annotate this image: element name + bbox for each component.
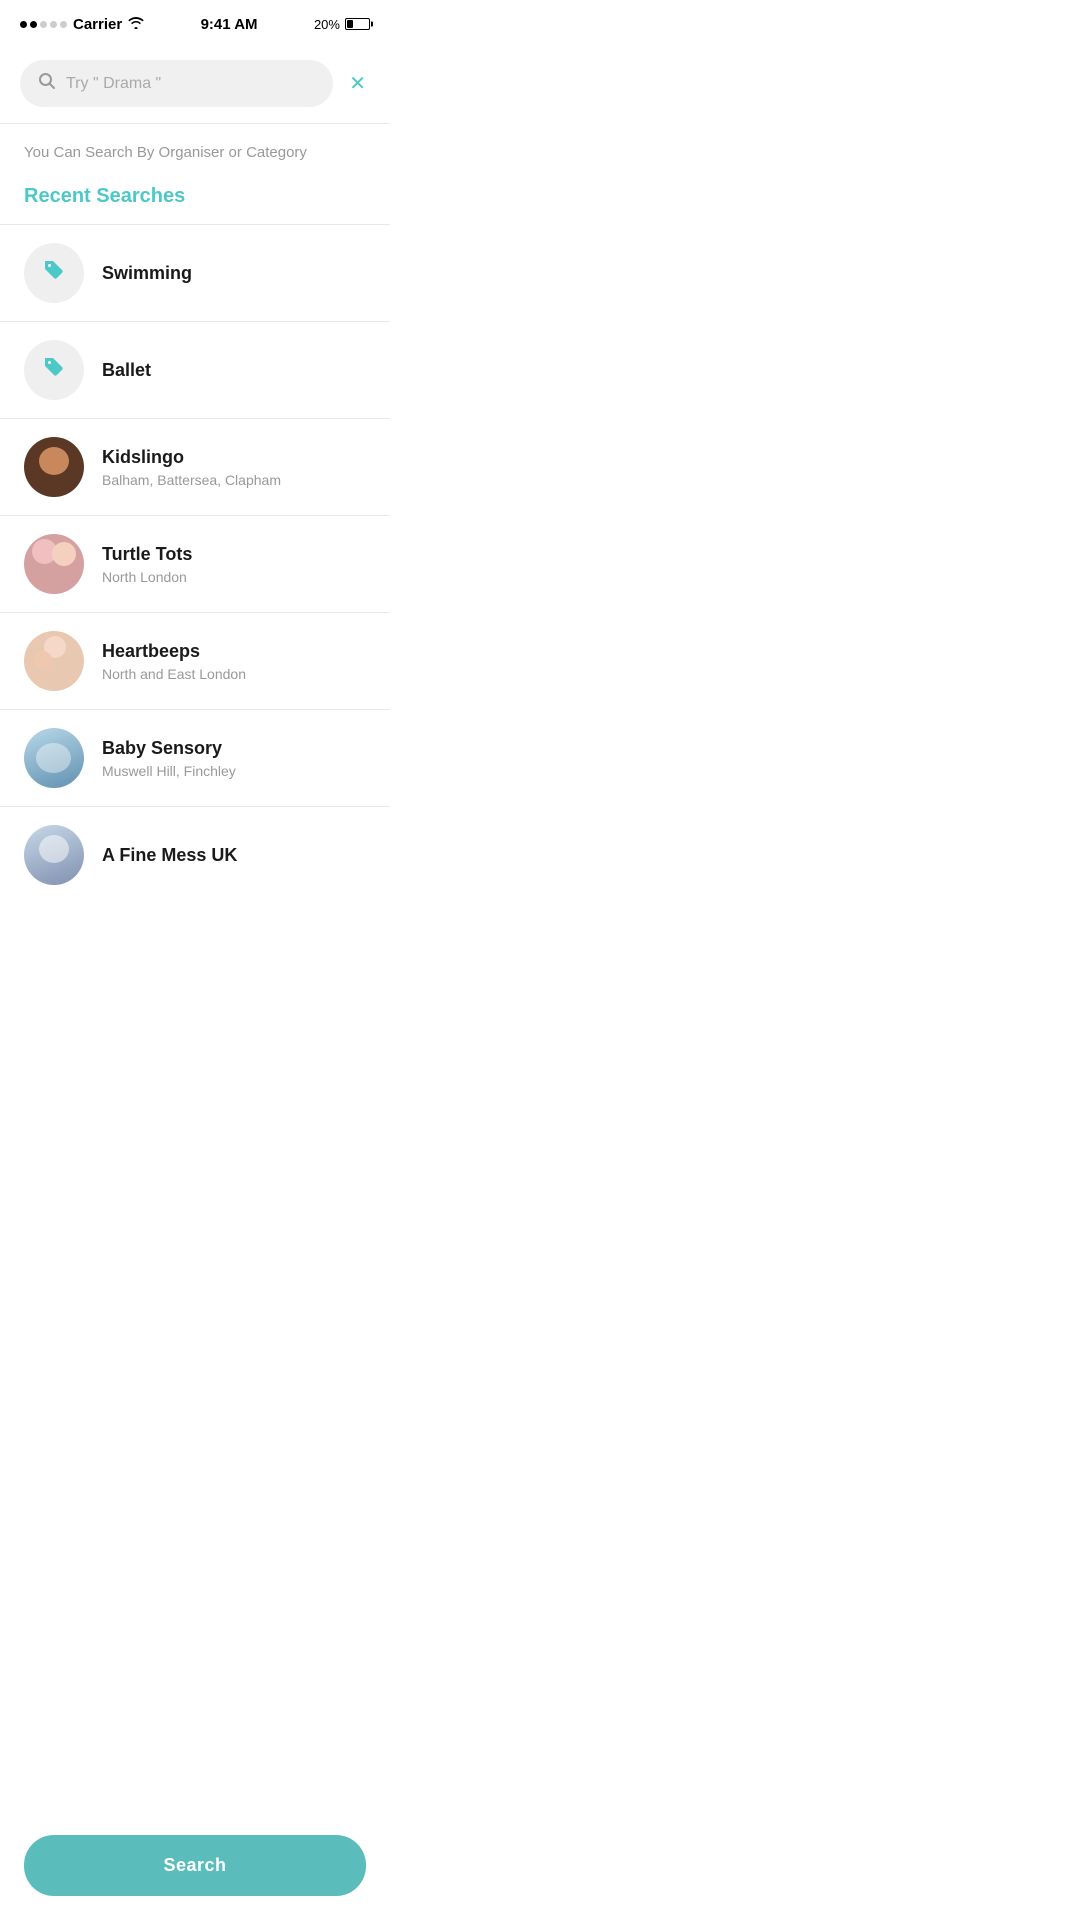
avatar-ballet: [24, 340, 84, 400]
list-item-kidslingo[interactable]: Kidslingo Balham, Battersea, Clapham: [0, 419, 390, 515]
tag-icon-swimming: [42, 258, 66, 288]
item-subtitle-turtle-tots: North London: [102, 569, 192, 585]
search-button[interactable]: Search: [24, 1835, 366, 1896]
avatar-heartbeeps: [24, 631, 84, 691]
search-icon: [38, 72, 56, 95]
search-placeholder: Try " Drama ": [66, 75, 161, 93]
avatar-kidslingo: [24, 437, 84, 497]
item-text-turtle-tots: Turtle Tots North London: [102, 544, 192, 585]
item-title-swimming: Swimming: [102, 263, 192, 284]
close-button[interactable]: ✕: [345, 67, 370, 100]
item-subtitle-baby-sensory: Muswell Hill, Finchley: [102, 763, 236, 779]
item-text-ballet: Ballet: [102, 360, 151, 381]
signal-dots: [20, 21, 67, 28]
status-bar: Carrier 9:41 AM 20%: [0, 0, 390, 44]
list-item-fine-mess[interactable]: A Fine Mess UK: [0, 807, 390, 903]
content-area: You Can Search By Organiser or Category …: [0, 124, 390, 1003]
item-text-kidslingo: Kidslingo Balham, Battersea, Clapham: [102, 447, 281, 488]
search-input-wrapper[interactable]: Try " Drama ": [20, 60, 333, 107]
list-item-swimming[interactable]: Swimming: [0, 225, 390, 321]
recent-searches-title: Recent Searches: [0, 169, 390, 224]
avatar-fine-mess: [24, 825, 84, 885]
signal-dot-5: [60, 21, 67, 28]
battery-percentage: 20%: [314, 17, 340, 32]
list-item-turtle-tots[interactable]: Turtle Tots North London: [0, 516, 390, 612]
item-title-ballet: Ballet: [102, 360, 151, 381]
status-right: 20%: [314, 17, 370, 32]
status-left: Carrier: [20, 16, 144, 33]
wifi-icon: [128, 16, 144, 32]
item-title-baby-sensory: Baby Sensory: [102, 738, 236, 759]
battery-icon: [345, 18, 370, 30]
close-icon: ✕: [349, 73, 366, 95]
helper-text: You Can Search By Organiser or Category: [0, 124, 390, 169]
tag-icon-ballet: [42, 355, 66, 385]
item-title-kidslingo: Kidslingo: [102, 447, 281, 468]
signal-dot-1: [20, 21, 27, 28]
avatar-turtle-tots: [24, 534, 84, 594]
search-button-container: Search: [0, 1819, 390, 1920]
signal-dot-4: [50, 21, 57, 28]
item-title-heartbeeps: Heartbeeps: [102, 641, 246, 662]
avatar-swimming: [24, 243, 84, 303]
item-text-baby-sensory: Baby Sensory Muswell Hill, Finchley: [102, 738, 236, 779]
avatar-baby-sensory: [24, 728, 84, 788]
time-display: 9:41 AM: [201, 16, 258, 33]
item-subtitle-kidslingo: Balham, Battersea, Clapham: [102, 472, 281, 488]
carrier-label: Carrier: [73, 16, 122, 33]
list-item-ballet[interactable]: Ballet: [0, 322, 390, 418]
item-text-fine-mess: A Fine Mess UK: [102, 845, 237, 866]
item-subtitle-heartbeeps: North and East London: [102, 666, 246, 682]
list-item-baby-sensory[interactable]: Baby Sensory Muswell Hill, Finchley: [0, 710, 390, 806]
item-title-turtle-tots: Turtle Tots: [102, 544, 192, 565]
signal-dot-3: [40, 21, 47, 28]
search-bar-container: Try " Drama " ✕: [0, 44, 390, 123]
signal-dot-2: [30, 21, 37, 28]
item-text-swimming: Swimming: [102, 263, 192, 284]
list-item-heartbeeps[interactable]: Heartbeeps North and East London: [0, 613, 390, 709]
item-title-fine-mess: A Fine Mess UK: [102, 845, 237, 866]
item-text-heartbeeps: Heartbeeps North and East London: [102, 641, 246, 682]
battery-fill: [347, 20, 353, 28]
